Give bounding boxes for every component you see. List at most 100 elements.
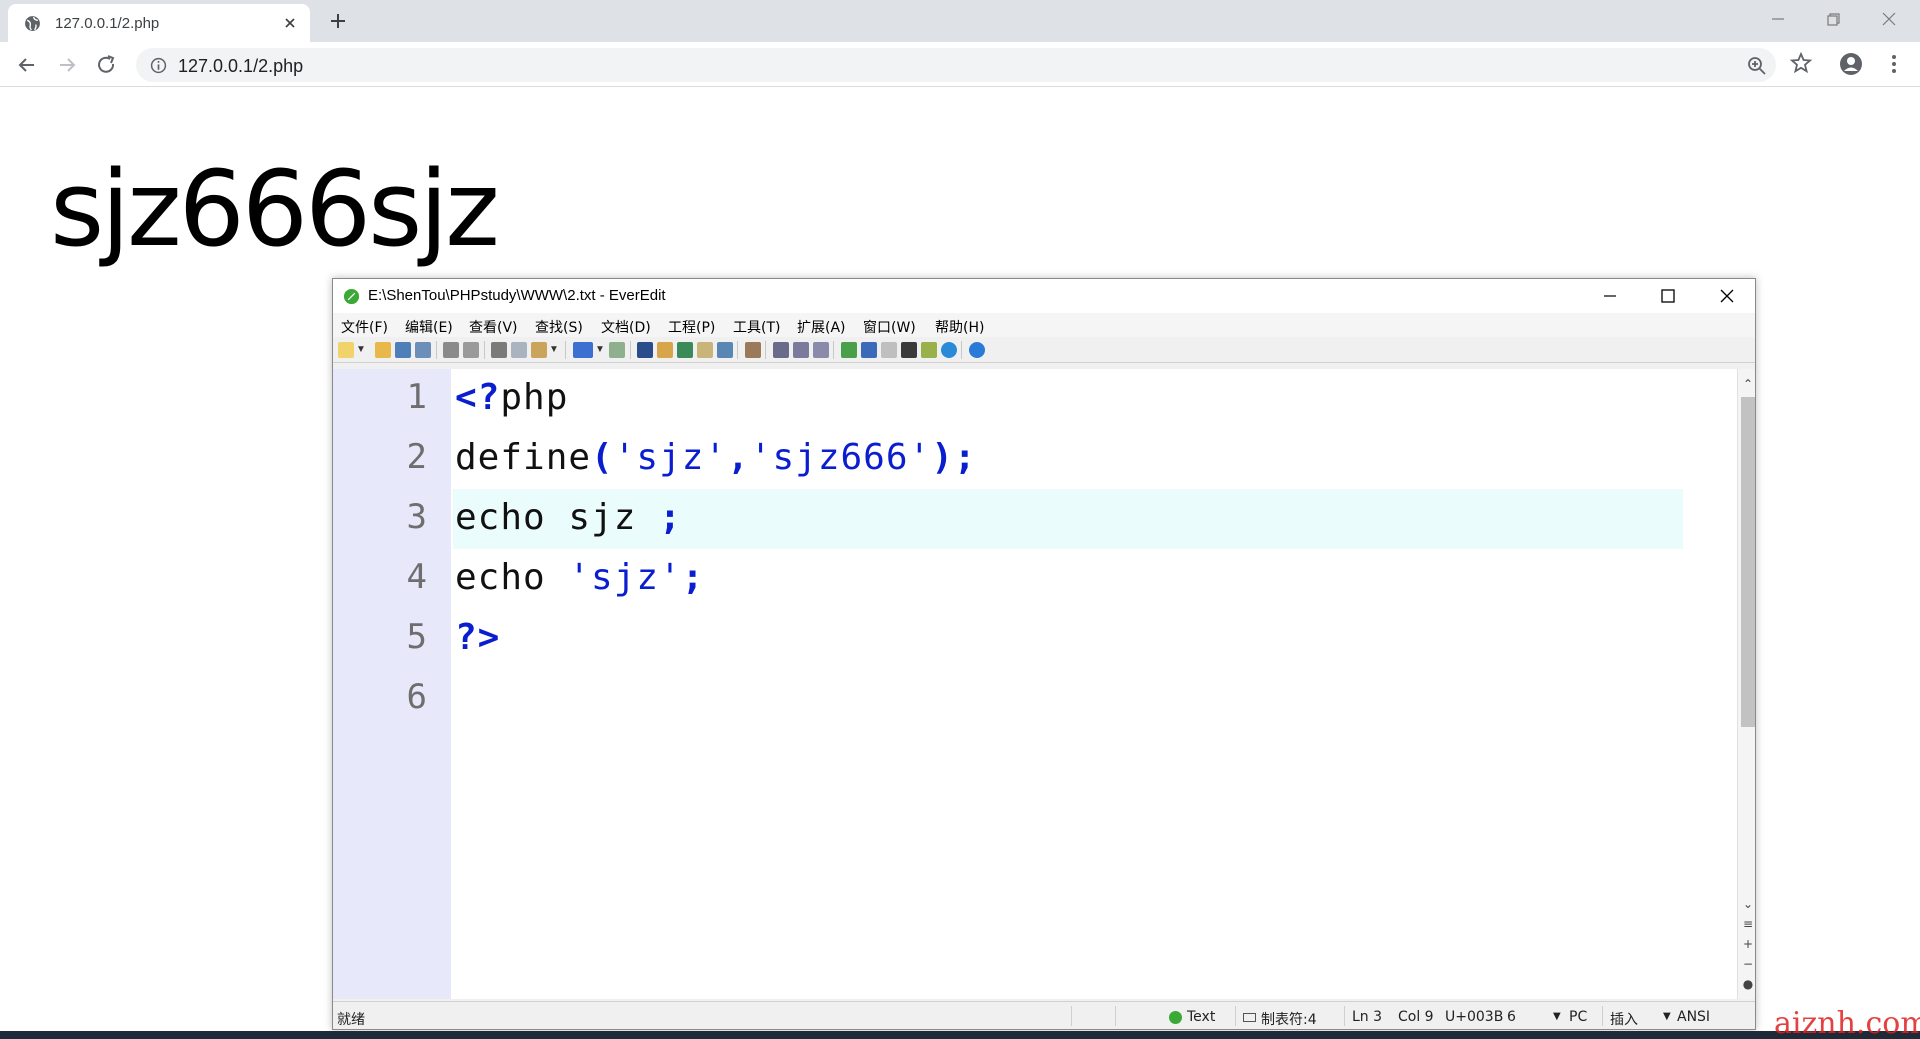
- play-icon[interactable]: [793, 342, 809, 358]
- replace-icon[interactable]: [677, 342, 693, 358]
- find-next-icon[interactable]: [657, 342, 673, 358]
- close-tab-icon[interactable]: [280, 13, 300, 33]
- column-icon[interactable]: [609, 342, 625, 358]
- code-line-2[interactable]: define('sjz','sjz666');: [455, 437, 977, 478]
- code-line-4[interactable]: echo 'sjz';: [455, 557, 704, 598]
- menu-tools[interactable]: 工具(T): [733, 317, 780, 337]
- line-number: 5: [406, 617, 427, 657]
- encoding-dropdown-icon[interactable]: ▼: [1663, 1011, 1671, 1022]
- forward-arrow-icon[interactable]: [54, 52, 80, 78]
- menu-window[interactable]: 窗口(W): [863, 317, 916, 337]
- bookmark-star-icon[interactable]: [1789, 51, 1813, 75]
- everedit-maximize-icon[interactable]: [1657, 285, 1679, 307]
- define-function: define: [455, 437, 592, 478]
- toolbar-separator: [484, 341, 485, 359]
- code-line-1[interactable]: <?php: [455, 377, 568, 418]
- globe-icon: [25, 16, 40, 31]
- profile-avatar-icon[interactable]: [1838, 51, 1864, 77]
- everedit-title: E:\ShenTou\PHPstudy\WWW\2.txt - EverEdit: [368, 287, 666, 304]
- php-open-tag: <?: [455, 377, 501, 418]
- restore-icon[interactable]: [1820, 6, 1846, 32]
- everedit-close-icon[interactable]: [1716, 285, 1738, 307]
- status-insert-mode[interactable]: 插入: [1610, 1009, 1638, 1029]
- status-line: Ln 3: [1352, 1009, 1383, 1025]
- scroll-up-icon[interactable]: ⌃: [1741, 377, 1755, 391]
- scrollbar-thumb[interactable]: [1741, 397, 1755, 727]
- menu-document[interactable]: 文档(D): [601, 317, 651, 337]
- everedit-menubar: 文件(F) 编辑(E) 查看(V) 查找(S) 文档(D) 工程(P) 工具(T…: [333, 313, 1755, 337]
- save-all-icon[interactable]: [415, 342, 431, 358]
- status-number: 6: [1507, 1009, 1516, 1025]
- status-line-ending[interactable]: PC: [1569, 1009, 1587, 1025]
- zoom-out-icon[interactable]: −: [1741, 957, 1755, 971]
- menu-search[interactable]: 查找(S): [535, 317, 583, 337]
- everedit-titlebar[interactable]: E:\ShenTou\PHPstudy\WWW\2.txt - EverEdit: [333, 279, 1755, 313]
- open-folder-icon[interactable]: [375, 342, 391, 358]
- minimize-icon[interactable]: [1765, 6, 1791, 32]
- save-icon[interactable]: [395, 342, 411, 358]
- everedit-toolbar: ▼ ▼ ▼: [333, 337, 1755, 363]
- paste-dropdown-icon[interactable]: ▼: [549, 342, 559, 358]
- copy-icon[interactable]: [511, 342, 527, 358]
- browser-toolbar: 127.0.0.1/2.php: [0, 42, 1920, 87]
- browser-preview-icon[interactable]: [941, 342, 957, 358]
- scroll-down-icon[interactable]: ⌄: [1741, 897, 1755, 911]
- menu-kebab-icon[interactable]: [1884, 51, 1904, 77]
- status-separator: [1235, 1006, 1236, 1026]
- status-separator: [1602, 1006, 1603, 1026]
- wrap-icon[interactable]: [573, 342, 593, 358]
- new-tab-icon[interactable]: [326, 9, 350, 33]
- code-editor[interactable]: 1 2 3 4 5 6 <?php define('sjz','sjz666')…: [333, 369, 1737, 999]
- everedit-minimize-icon[interactable]: [1599, 285, 1621, 307]
- address-bar[interactable]: 127.0.0.1/2.php: [136, 48, 1776, 82]
- status-tab-size[interactable]: 制表符:4: [1261, 1009, 1317, 1029]
- panel-icon[interactable]: [881, 342, 897, 358]
- php-close-tag: ?>: [455, 617, 501, 658]
- echo-statement: echo sjz: [455, 497, 660, 538]
- back-arrow-icon[interactable]: [14, 52, 40, 78]
- code-line-3[interactable]: echo sjz ;: [455, 497, 682, 538]
- sidebar-icon[interactable]: [861, 342, 877, 358]
- browser-tab[interactable]: 127.0.0.1/2.php: [8, 4, 310, 42]
- menu-view[interactable]: 查看(V): [469, 317, 518, 337]
- url-text[interactable]: 127.0.0.1/2.php: [178, 56, 303, 77]
- terminal-icon[interactable]: [901, 342, 917, 358]
- wrap-dropdown-icon[interactable]: ▼: [595, 342, 605, 358]
- reset-zoom-icon[interactable]: ●: [1741, 977, 1755, 991]
- menu-project[interactable]: 工程(P): [668, 317, 715, 337]
- editor-vertical-scrollbar[interactable]: ⌃ ⌄ ≡ + − ●: [1737, 369, 1755, 999]
- macro-icon[interactable]: [745, 342, 761, 358]
- info-icon[interactable]: [150, 57, 167, 74]
- paste-icon[interactable]: [531, 342, 547, 358]
- menu-file[interactable]: 文件(F): [341, 317, 388, 337]
- cut-icon[interactable]: [491, 342, 507, 358]
- menu-extend[interactable]: 扩展(A): [797, 317, 846, 337]
- tree-icon[interactable]: [841, 342, 857, 358]
- find-icon[interactable]: [637, 342, 653, 358]
- line-end-dropdown-icon[interactable]: ▼: [1553, 1011, 1561, 1022]
- menu-help[interactable]: 帮助(H): [935, 317, 984, 337]
- zoom-in-icon[interactable]: +: [1741, 937, 1755, 951]
- windows-taskbar: [0, 1031, 1920, 1039]
- clipboard-icon[interactable]: [921, 342, 937, 358]
- zoom-icon[interactable]: [1746, 55, 1768, 77]
- code-line-5[interactable]: ?>: [455, 617, 500, 658]
- toolbar-separator: [565, 341, 566, 359]
- undo-icon[interactable]: [443, 342, 459, 358]
- help-icon[interactable]: [969, 342, 985, 358]
- split-icon[interactable]: ≡: [1741, 917, 1755, 931]
- reload-icon[interactable]: [94, 52, 120, 78]
- goto-icon[interactable]: [717, 342, 733, 358]
- menu-edit[interactable]: 编辑(E): [405, 317, 453, 337]
- redo-icon[interactable]: [463, 342, 479, 358]
- status-encoding[interactable]: ANSI: [1677, 1009, 1710, 1025]
- close-window-icon[interactable]: [1876, 6, 1902, 32]
- line-number: 2: [406, 437, 427, 477]
- new-dropdown-icon[interactable]: ▼: [356, 342, 366, 358]
- play-multiple-icon[interactable]: [813, 342, 829, 358]
- new-file-icon[interactable]: [338, 342, 354, 358]
- status-syntax[interactable]: Text: [1187, 1009, 1215, 1025]
- record-icon[interactable]: [773, 342, 789, 358]
- find-in-files-icon[interactable]: [697, 342, 713, 358]
- semicolon: ;: [659, 497, 682, 538]
